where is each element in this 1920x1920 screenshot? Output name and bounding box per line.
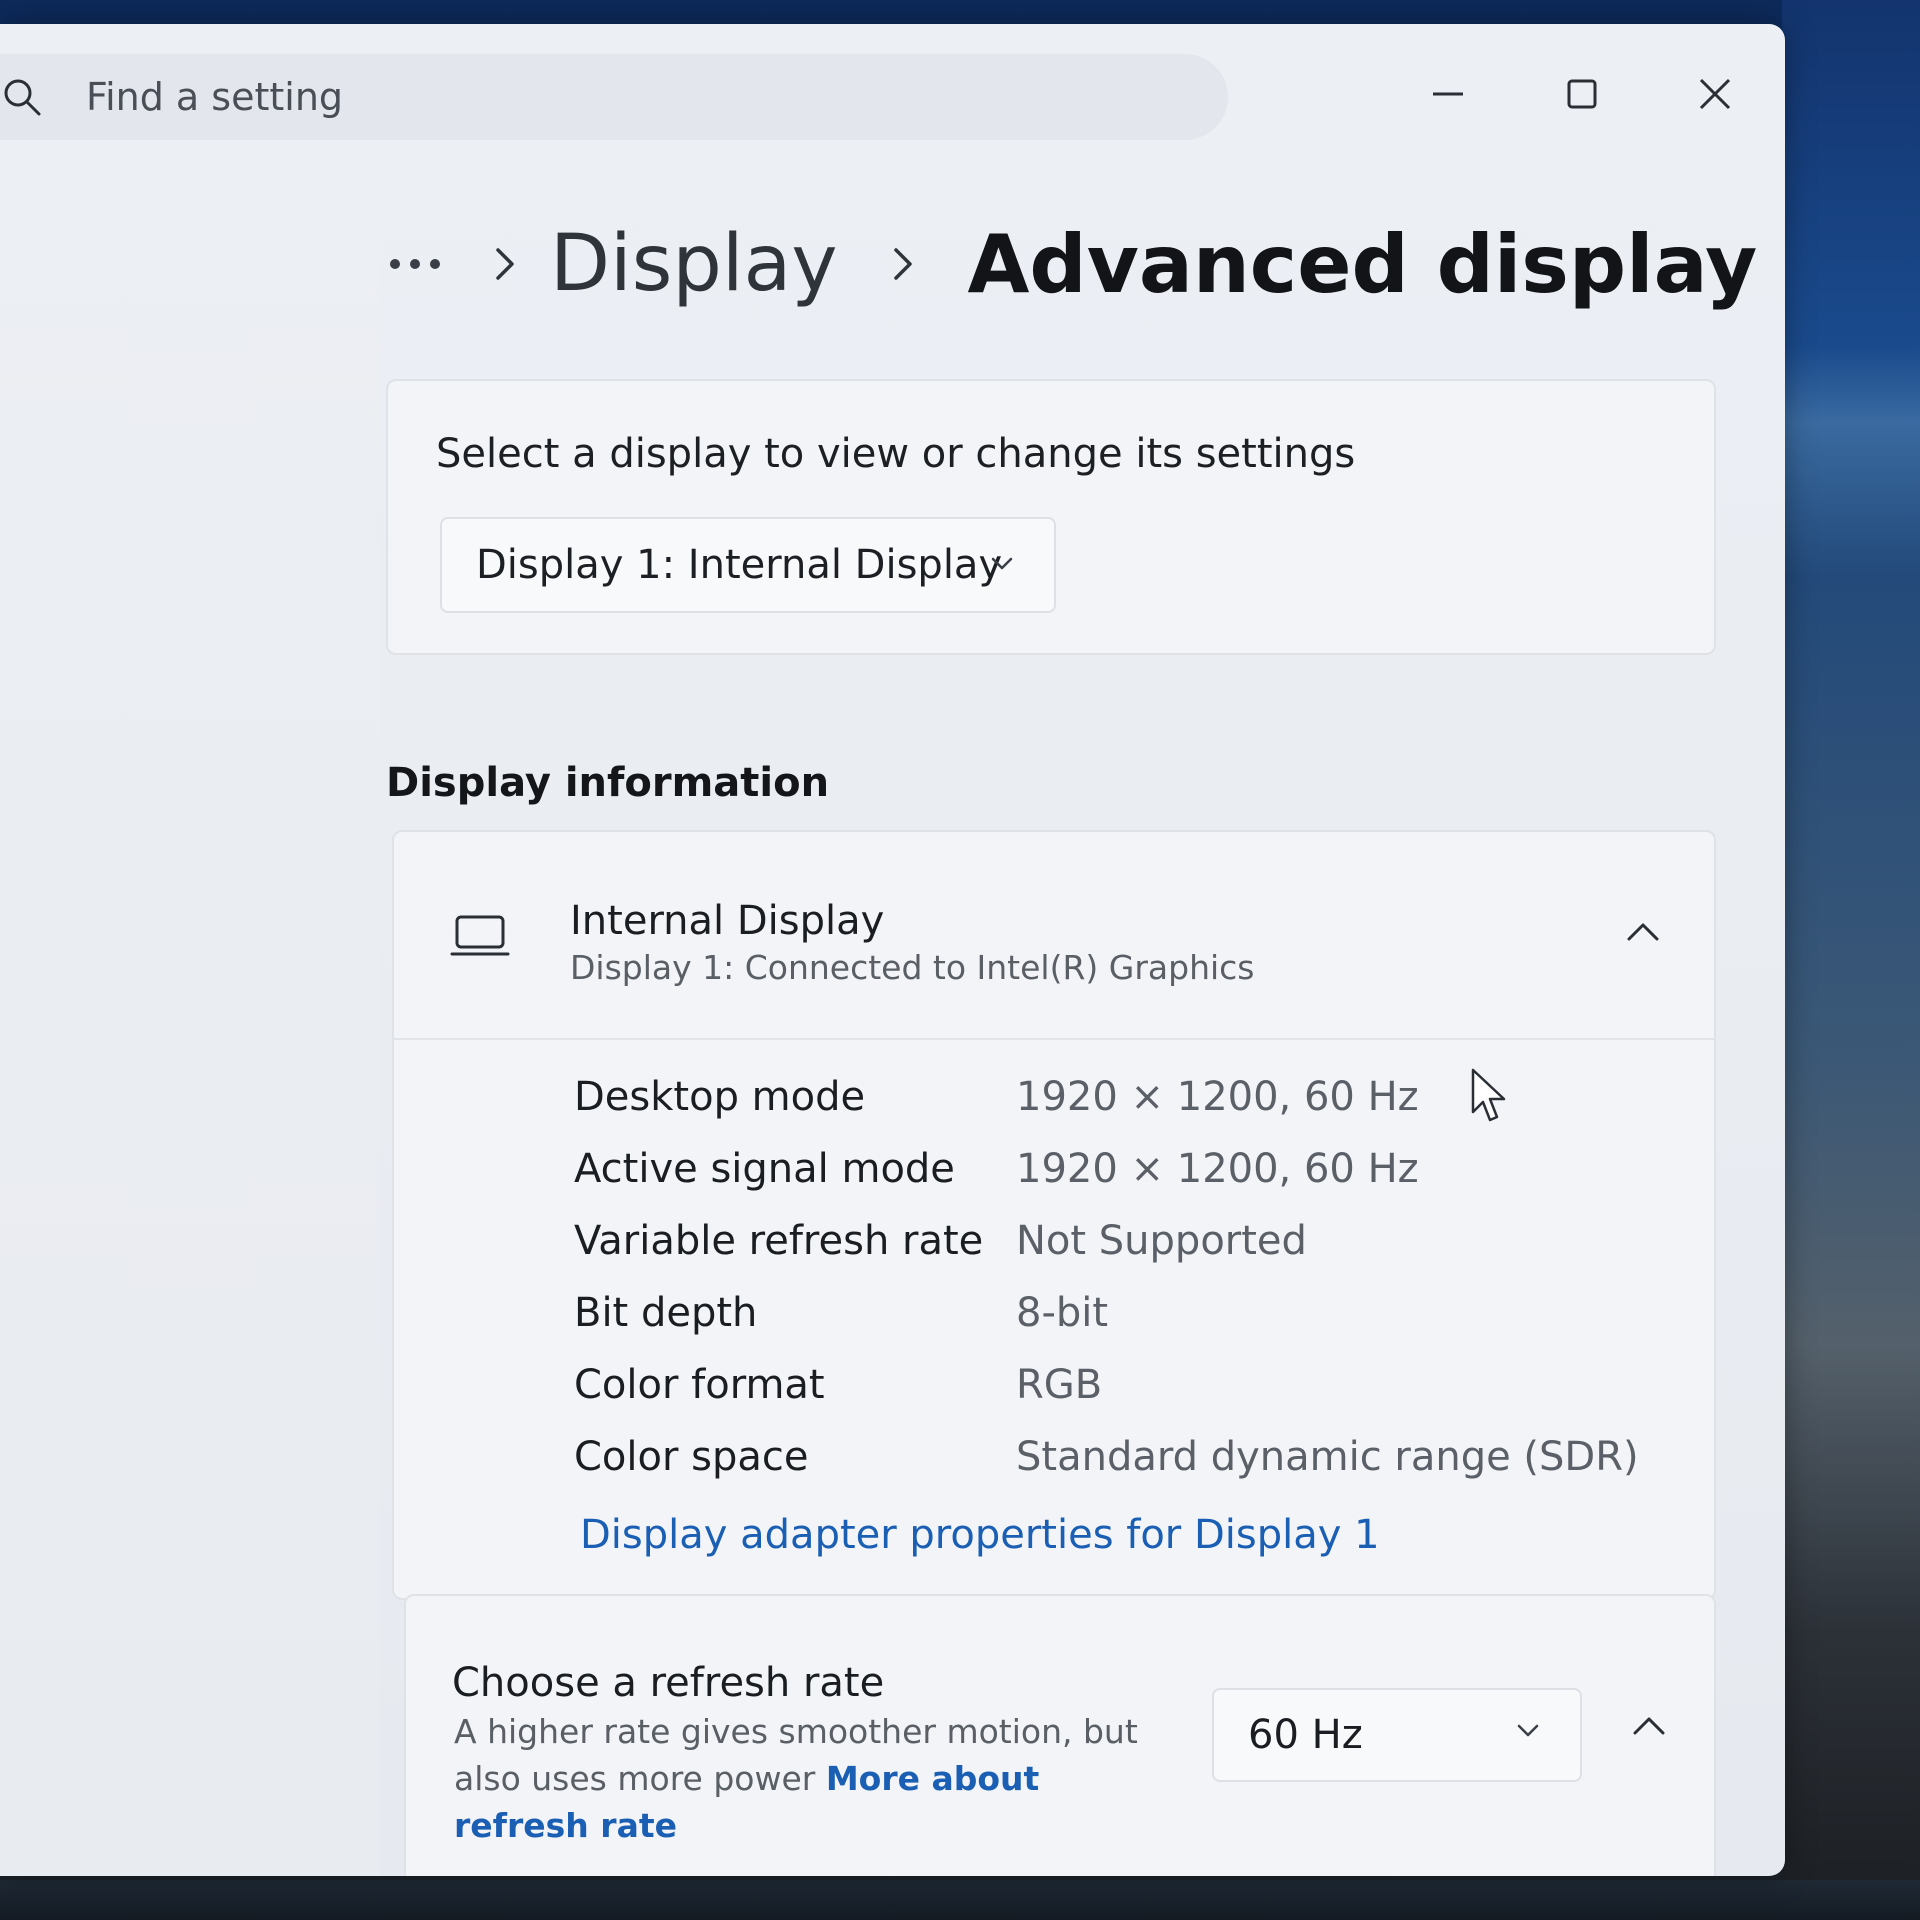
- display-information-heading: Display information: [386, 760, 830, 806]
- minimize-button[interactable]: [1388, 54, 1508, 134]
- spec-row: Color space Standard dynamic range (SDR): [574, 1434, 1674, 1494]
- spec-row: Active signal mode 1920 × 1200, 60 Hz: [574, 1146, 1674, 1206]
- display-adapter-properties-link[interactable]: Display adapter properties for Display 1: [580, 1512, 1380, 1558]
- search-icon: [4, 79, 41, 116]
- spec-label: Desktop mode: [574, 1074, 866, 1120]
- close-button[interactable]: [1655, 54, 1775, 134]
- close-icon: [1699, 78, 1731, 110]
- spec-row: Bit depth 8-bit: [574, 1290, 1674, 1350]
- display-select-card: Select a display to view or change its s…: [386, 379, 1716, 655]
- mouse-cursor-icon: [1471, 1068, 1506, 1122]
- spec-value: 8-bit: [1016, 1290, 1109, 1336]
- breadcrumb-more-button[interactable]: [390, 259, 470, 269]
- settings-window: Display Advanced display Select a displa…: [0, 24, 1785, 1876]
- chevron-right-icon: [496, 248, 514, 280]
- display-info-header[interactable]: Internal Display Display 1: Connected to…: [394, 832, 1714, 1040]
- desktop-bottom-edge: [0, 1880, 1920, 1920]
- minimize-icon: [1433, 92, 1463, 96]
- spec-value: 1920 × 1200, 60 Hz: [1016, 1074, 1419, 1120]
- breadcrumb-display-link[interactable]: Display: [550, 219, 838, 309]
- laptop-icon: [450, 915, 510, 956]
- spec-label: Color space: [574, 1434, 809, 1480]
- display-dropdown[interactable]: Display 1: Internal Display: [440, 517, 1056, 613]
- chevron-up-icon[interactable]: [1626, 920, 1660, 944]
- spec-row: Variable refresh rate Not Supported: [574, 1218, 1674, 1278]
- refresh-rate-title: Choose a refresh rate: [452, 1660, 885, 1706]
- spec-value: 1920 × 1200, 60 Hz: [1016, 1146, 1419, 1192]
- display-connection-subtitle: Display 1: Connected to Intel(R) Graphic…: [570, 948, 1255, 987]
- spec-row: Color format RGB: [574, 1362, 1674, 1422]
- spec-label: Variable refresh rate: [574, 1218, 984, 1264]
- refresh-rate-dropdown[interactable]: 60 Hz: [1212, 1688, 1582, 1782]
- chevron-up-icon[interactable]: [1632, 1714, 1666, 1738]
- sidebar: [0, 164, 380, 1876]
- search-box[interactable]: [0, 54, 1228, 140]
- search-input[interactable]: [84, 74, 1088, 120]
- refresh-rate-description: A higher rate gives smoother motion, but…: [454, 1708, 1174, 1849]
- spec-label: Bit depth: [574, 1290, 758, 1336]
- spec-label: Color format: [574, 1362, 825, 1408]
- spec-value: RGB: [1016, 1362, 1103, 1408]
- maximize-icon: [1567, 79, 1597, 109]
- spec-value: Not Supported: [1016, 1218, 1307, 1264]
- spec-value: Standard dynamic range (SDR): [1016, 1434, 1639, 1480]
- spec-label: Active signal mode: [574, 1146, 955, 1192]
- chevron-down-icon: [1517, 1724, 1539, 1737]
- display-information-card: Internal Display Display 1: Connected to…: [392, 830, 1716, 1600]
- chevron-down-icon: [991, 557, 1013, 570]
- chevron-right-icon: [893, 248, 912, 280]
- display-dropdown-value: Display 1: Internal Display: [476, 542, 1003, 588]
- refresh-rate-value: 60 Hz: [1248, 1712, 1363, 1758]
- page-title: Advanced display: [967, 217, 1758, 311]
- display-select-prompt: Select a display to view or change its s…: [436, 431, 1356, 477]
- maximize-button[interactable]: [1522, 54, 1642, 134]
- breadcrumb: Display Advanced display: [390, 204, 1757, 324]
- display-name: Internal Display: [570, 898, 885, 944]
- refresh-rate-card: Choose a refresh rate A higher rate give…: [404, 1594, 1716, 1876]
- desktop-wallpaper: [1782, 0, 1920, 1920]
